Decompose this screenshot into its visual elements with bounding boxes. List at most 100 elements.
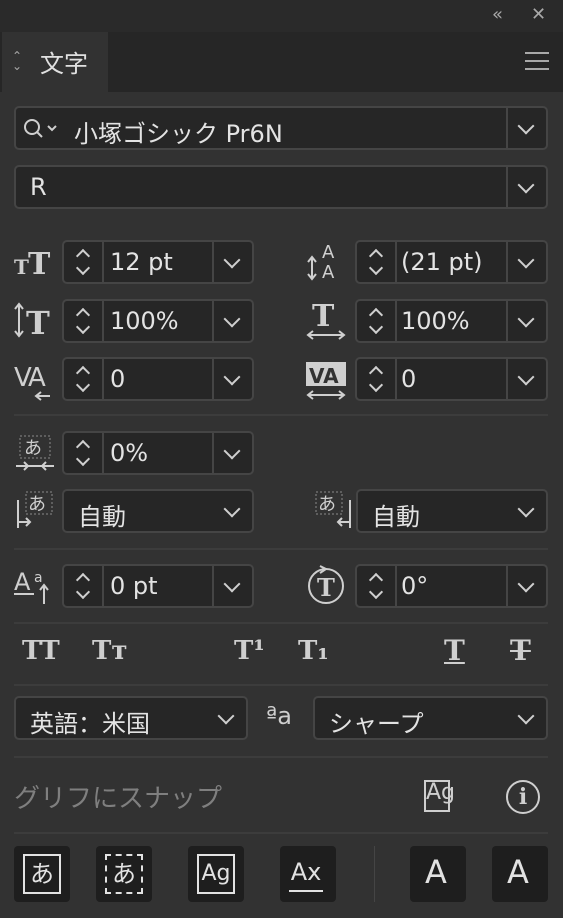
language-select[interactable]: 英語：米国 bbox=[14, 696, 248, 740]
tab-character[interactable]: ⌃ ⌄ 文字 bbox=[2, 32, 108, 92]
tsume-icon: あ bbox=[16, 435, 54, 471]
baseline-shift-stepper[interactable] bbox=[64, 566, 104, 606]
kerning-field[interactable]: 0 bbox=[62, 357, 254, 401]
font-size-stepper[interactable] bbox=[64, 242, 104, 282]
tracking-dropdown[interactable] bbox=[506, 359, 546, 399]
aki-left-value: 自動 bbox=[78, 503, 126, 531]
svg-text:T: T bbox=[28, 247, 51, 278]
tsume-value: 0% bbox=[110, 439, 149, 467]
character-rotation-field[interactable]: 0° bbox=[355, 564, 548, 608]
button-divider bbox=[374, 846, 375, 902]
info-icon[interactable]: i bbox=[506, 780, 540, 814]
em-box-icon: あ bbox=[23, 854, 61, 894]
divider bbox=[14, 414, 548, 416]
subscript-icon[interactable]: T₁ bbox=[298, 636, 329, 666]
snap-to-glyph-label: グリフにスナップ bbox=[14, 784, 223, 814]
divider bbox=[14, 622, 548, 624]
svg-text:あ: あ bbox=[318, 494, 336, 515]
font-size-dropdown[interactable] bbox=[212, 242, 252, 282]
horizontal-scale-icon: T bbox=[306, 299, 346, 340]
leading-value: (21 pt) bbox=[401, 248, 483, 276]
svg-text:T: T bbox=[26, 304, 50, 338]
aki-right-field[interactable]: 自動 bbox=[356, 489, 548, 533]
svg-text:A: A bbox=[322, 242, 335, 263]
angle-guide-icon: A bbox=[425, 853, 447, 891]
ideographic-box-button[interactable]: あ bbox=[96, 846, 152, 902]
horizontal-scale-stepper[interactable] bbox=[357, 301, 397, 341]
search-icon[interactable] bbox=[22, 118, 58, 140]
baseline-shift-dropdown[interactable] bbox=[212, 566, 252, 606]
font-style-value: R bbox=[30, 173, 47, 201]
panel-tab-row: ⌃ ⌄ 文字 bbox=[0, 32, 563, 92]
svg-text:VA: VA bbox=[309, 364, 339, 388]
angle-guide-button[interactable]: A bbox=[410, 846, 466, 902]
em-box-button[interactable]: あ bbox=[14, 846, 70, 902]
glyph-bounds-icon: Ag bbox=[197, 854, 235, 894]
vertical-scale-dropdown[interactable] bbox=[212, 301, 252, 341]
glyph-ag-icon[interactable]: Ag bbox=[424, 780, 460, 812]
font-size-icon: T T bbox=[14, 247, 51, 278]
svg-text:T: T bbox=[14, 255, 29, 278]
language-dropdown[interactable] bbox=[208, 698, 246, 738]
baseline-icon: Ax bbox=[289, 854, 323, 892]
language-value: 英語：米国 bbox=[30, 710, 150, 738]
font-family-field[interactable]: 小塚ゴシック Pr6N bbox=[14, 106, 548, 150]
antialias-value: シャープ bbox=[329, 710, 424, 738]
kerning-icon: V A bbox=[14, 363, 50, 401]
aki-left-icon: あ bbox=[17, 491, 53, 528]
font-size-field[interactable]: 12 pt bbox=[62, 240, 254, 284]
vertical-scale-field[interactable]: 100% bbox=[62, 299, 254, 343]
underline-icon[interactable]: T bbox=[444, 634, 465, 667]
vertical-scale-stepper[interactable] bbox=[64, 301, 104, 341]
font-style-dropdown[interactable] bbox=[506, 167, 546, 207]
ideographic-box-icon: あ bbox=[105, 854, 143, 894]
panel-menu-icon[interactable] bbox=[525, 52, 549, 76]
antialias-select[interactable]: シャープ bbox=[313, 696, 548, 740]
aki-left-dropdown[interactable] bbox=[214, 491, 252, 531]
svg-text:A: A bbox=[322, 262, 335, 282]
small-caps-icon[interactable]: Tт bbox=[92, 636, 127, 666]
leading-dropdown[interactable] bbox=[506, 242, 546, 282]
antialias-dropdown[interactable] bbox=[508, 698, 546, 738]
tsume-field[interactable]: 0% bbox=[62, 431, 254, 475]
glyph-bounds-button[interactable]: Ag bbox=[188, 846, 244, 902]
horizontal-scale-field[interactable]: 100% bbox=[355, 299, 548, 343]
baseline-button[interactable]: Ax bbox=[280, 846, 336, 902]
svg-text:あ: あ bbox=[24, 438, 42, 459]
aki-left-field[interactable]: 自動 bbox=[62, 489, 254, 533]
divider bbox=[14, 548, 548, 550]
leading-field[interactable]: (21 pt) bbox=[355, 240, 548, 284]
aki-right-value: 自動 bbox=[372, 503, 420, 531]
font-size-value: 12 pt bbox=[110, 248, 173, 276]
tracking-field[interactable]: 0 bbox=[355, 357, 548, 401]
strikethrough-icon[interactable]: T bbox=[510, 634, 531, 667]
aki-right-dropdown[interactable] bbox=[508, 491, 546, 531]
superscript-icon[interactable]: T¹ bbox=[234, 636, 265, 666]
kerning-stepper[interactable] bbox=[64, 359, 104, 399]
vertical-scale-icon: T bbox=[14, 302, 50, 338]
svg-text:T: T bbox=[317, 573, 335, 602]
font-family-value: 小塚ゴシック Pr6N bbox=[74, 120, 283, 148]
leading-icon: A A bbox=[307, 242, 335, 282]
all-caps-icon[interactable]: TT bbox=[22, 636, 60, 666]
anchor-point-button[interactable]: A bbox=[492, 846, 548, 902]
svg-text:a: a bbox=[34, 570, 43, 586]
panel-titlebar: « ✕ bbox=[0, 0, 563, 32]
divider bbox=[14, 756, 548, 758]
character-rotation-dropdown[interactable] bbox=[506, 566, 546, 606]
character-rotation-stepper[interactable] bbox=[357, 566, 397, 606]
font-family-dropdown[interactable] bbox=[506, 108, 546, 148]
tracking-icon: VA bbox=[306, 362, 346, 400]
horizontal-scale-dropdown[interactable] bbox=[506, 301, 546, 341]
baseline-shift-field[interactable]: 0 pt bbox=[62, 564, 254, 608]
divider bbox=[14, 684, 548, 686]
close-icon[interactable]: ✕ bbox=[531, 4, 546, 25]
collapse-icon[interactable]: « bbox=[492, 4, 503, 25]
leading-stepper[interactable] bbox=[357, 242, 397, 282]
font-style-field[interactable]: R bbox=[14, 165, 548, 209]
tsume-dropdown[interactable] bbox=[212, 433, 252, 473]
tsume-stepper[interactable] bbox=[64, 433, 104, 473]
svg-text:A: A bbox=[14, 568, 31, 596]
tracking-stepper[interactable] bbox=[357, 359, 397, 399]
kerning-dropdown[interactable] bbox=[212, 359, 252, 399]
